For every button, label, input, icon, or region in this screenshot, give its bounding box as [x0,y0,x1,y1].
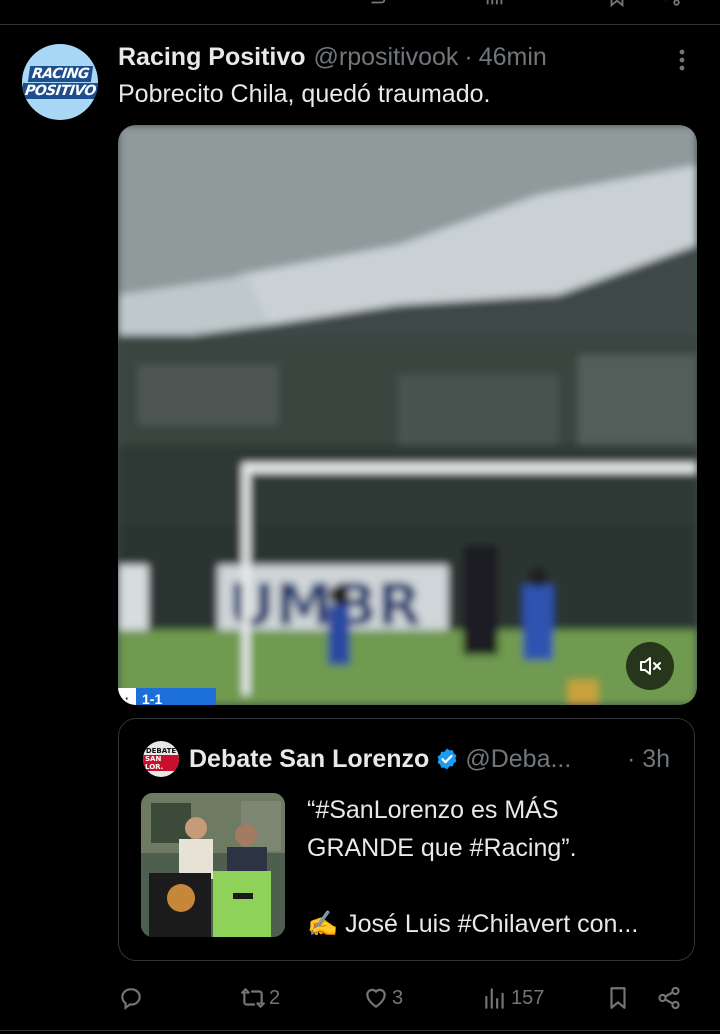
retweet-icon [241,988,265,1008]
tweet-header: Racing Positivo @rpositivook · 46min [118,40,547,74]
views-icon[interactable] [484,0,506,8]
quoted-avatar-text-line1: DEBATE [145,747,177,755]
quoted-avatar-text-line2: SAN LOR. [143,755,179,771]
action-bar: 2 3 157 [0,980,720,1016]
video-player[interactable]: UMBR · 1-1 [118,125,697,705]
quoted-author-name[interactable]: Debate San Lorenzo [189,745,429,774]
quoted-thumbnail-image [141,793,285,937]
speaker-muted-icon [640,657,661,675]
quoted-thumbnail[interactable] [141,793,285,937]
share-icon [658,986,680,1010]
quoted-header: Debate San Lorenzo @Deba... [189,741,571,777]
retweet-count: 2 [269,986,281,1009]
verified-badge-icon [437,748,457,770]
quoted-timestamp[interactable]: · 3h [627,741,670,777]
svg-text:UMBR: UMBR [228,571,422,639]
timeline: RACING POSITIVO Racing Positivo @rpositi… [0,0,720,1034]
share-button[interactable] [656,980,682,1016]
score-badge-logo: · [118,688,136,705]
quoted-text-line: GRANDE que #Racing”. [307,834,577,862]
quoted-text-line: “#SanLorenzo es MÁS [307,796,559,824]
divider [0,1030,720,1031]
mute-button[interactable] [626,642,674,690]
tweet-text: Pobrecito Chila, quedó traumado. [118,80,491,108]
quoted-time: 3h [642,745,671,773]
score-text: 1-1 [136,688,216,705]
score-badge: · 1-1 [118,688,216,705]
quoted-tweet[interactable]: DEBATE SAN LOR. Debate San Lorenzo @Deba… [118,718,695,961]
timestamp[interactable]: 46min [479,43,547,72]
share-icon[interactable] [660,0,682,8]
views-icon [485,988,504,1009]
bookmark-button[interactable] [605,980,631,1016]
avatar[interactable]: RACING POSITIVO [22,44,98,120]
video-frame: UMBR [118,125,697,705]
quoted-avatar[interactable]: DEBATE SAN LOR. [143,741,179,777]
like-button[interactable]: 3 [363,980,403,1016]
bookmark-icon[interactable] [606,0,628,8]
like-count: 3 [392,986,404,1009]
quoted-separator: · [627,745,636,773]
author-handle[interactable]: @rpositivook [314,43,459,72]
quoted-author-handle[interactable]: @Deba... [465,745,571,774]
views-count: 157 [511,986,545,1009]
quoted-text-gap [307,867,677,905]
quoted-text: “#SanLorenzo es MÁS GRANDE que #Racing”.… [307,791,677,943]
previous-tweet-actions [0,0,720,24]
retweet-icon[interactable] [366,0,388,8]
reply-icon [121,988,141,1010]
bookmark-icon [610,987,626,1009]
retweet-button[interactable]: 2 [240,980,280,1016]
quoted-text-line: ✍️ José Luis #Chilavert con... [307,910,639,938]
reply-button[interactable] [118,980,147,1016]
divider [0,24,720,25]
heart-icon [366,988,386,1008]
views-button[interactable]: 157 [482,980,544,1016]
avatar-text-line2: POSITIVO [22,82,98,99]
avatar-text-line1: RACING [27,65,93,82]
author-name[interactable]: Racing Positivo [118,43,306,72]
more-options-icon[interactable] [670,46,694,74]
separator: · [464,42,473,71]
